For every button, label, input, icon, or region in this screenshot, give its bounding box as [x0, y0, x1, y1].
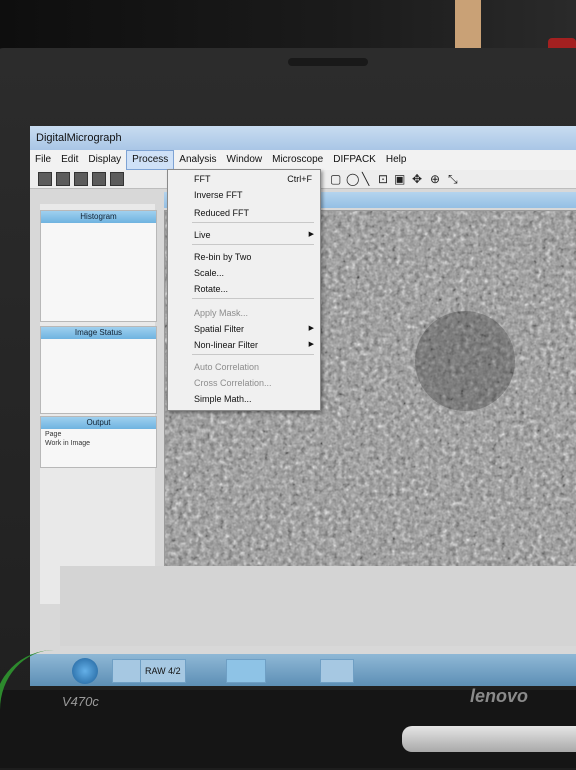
process-menu-item[interactable]: Re-bin by Two: [194, 250, 251, 264]
menu-separator: [192, 222, 314, 223]
left-panel-column: Histogram Image Status Output Page Work …: [40, 204, 157, 604]
process-menu-item[interactable]: Reduced FFT: [194, 206, 249, 220]
submenu-arrow-icon: ▶: [308, 325, 314, 332]
oval-tool-icon[interactable]: ◯: [346, 172, 359, 186]
process-menu-item[interactable]: Simple Math...: [194, 392, 252, 406]
process-menu-item[interactable]: Live: [194, 228, 211, 242]
submenu-arrow-icon: ▶: [308, 341, 314, 348]
save-all-icon[interactable]: [92, 172, 106, 186]
image-status-panel: Image Status: [40, 326, 157, 414]
laptop-screen: DigitalMicrograph File Edit Display Proc…: [30, 126, 576, 686]
process-menu-item[interactable]: Non-linear Filter: [194, 338, 258, 352]
submenu-arrow-icon: ▶: [308, 231, 314, 238]
taskbar-task-raw[interactable]: RAW 4/2: [140, 659, 186, 683]
workspace-area: [60, 566, 576, 646]
laptop-brand-logo: lenovo: [470, 686, 529, 706]
select-tool-icon[interactable]: ▣: [394, 172, 405, 186]
zoom-tool-icon[interactable]: ⊡: [378, 172, 388, 186]
laptop-model-label: V470c: [62, 694, 99, 709]
save-icon[interactable]: [74, 172, 88, 186]
crosshair-tool-icon[interactable]: ⊕: [430, 172, 440, 186]
menu-bar: File Edit Display Process Analysis Windo…: [30, 150, 576, 170]
menu-edit[interactable]: Edit: [56, 151, 83, 169]
start-button[interactable]: [72, 658, 98, 684]
process-menu-item: Auto Correlation: [194, 362, 260, 372]
menu-separator: [192, 354, 314, 355]
photo-scene: DigitalMicrograph File Edit Display Proc…: [0, 0, 576, 768]
output-panel: Output Page Work in Image: [40, 416, 157, 468]
window-titlebar: DigitalMicrograph: [30, 126, 576, 150]
image-status-panel-title[interactable]: Image Status: [41, 327, 156, 339]
menu-separator: [192, 244, 314, 245]
open-icon[interactable]: [38, 172, 52, 186]
menu-display[interactable]: Display: [83, 151, 126, 169]
output-line-work: Work in Image: [45, 440, 90, 447]
output-line-page: Page: [45, 431, 62, 438]
menu-separator: [192, 298, 314, 299]
menu-analysis[interactable]: Analysis: [174, 151, 221, 169]
rectangle-tool-icon[interactable]: ▢: [330, 172, 341, 186]
process-menu-item: Apply Mask...: [194, 308, 249, 318]
taskbar: RAW 4/2: [30, 654, 576, 686]
menu-microscope[interactable]: Microscope: [267, 151, 328, 169]
arrow-tool-icon[interactable]: ⤡: [448, 172, 458, 186]
process-menu-item[interactable]: Inverse FFT: [194, 188, 243, 202]
print-icon[interactable]: [56, 172, 70, 186]
menu-process[interactable]: Process: [126, 150, 175, 170]
process-menu-item[interactable]: Scale...: [194, 266, 224, 280]
monitor-icon[interactable]: [110, 172, 124, 186]
process-menu-item[interactable]: Rotate...: [194, 282, 228, 296]
histogram-panel-title[interactable]: Histogram: [41, 211, 156, 223]
taskbar-app-other[interactable]: [320, 659, 354, 683]
menu-window[interactable]: Window: [222, 151, 268, 169]
lid-notch: [288, 58, 368, 66]
move-tool-icon[interactable]: ✥: [412, 172, 422, 186]
output-panel-title[interactable]: Output: [41, 417, 156, 429]
process-menu-item: Cross Correlation...: [194, 378, 272, 388]
process-menu-dropdown: FFT Ctrl+F Inverse FFT Reduced FFT Live ▶ Re-b…: [167, 169, 321, 411]
taskbar-app-active[interactable]: [226, 659, 266, 683]
menu-shortcut-label: Ctrl+F: [287, 174, 312, 184]
window-title: DigitalMicrograph: [36, 132, 122, 144]
menu-help[interactable]: Help: [381, 151, 412, 169]
histogram-panel: Histogram: [40, 210, 157, 322]
process-menu-item[interactable]: Spatial Filter: [194, 322, 244, 336]
menu-file[interactable]: File: [30, 151, 56, 169]
menu-difpack[interactable]: DIFPACK: [328, 151, 381, 169]
process-menu-item[interactable]: FFT: [194, 172, 211, 186]
pen-object: [402, 726, 576, 752]
line-tool-icon[interactable]: ╲: [362, 172, 369, 186]
